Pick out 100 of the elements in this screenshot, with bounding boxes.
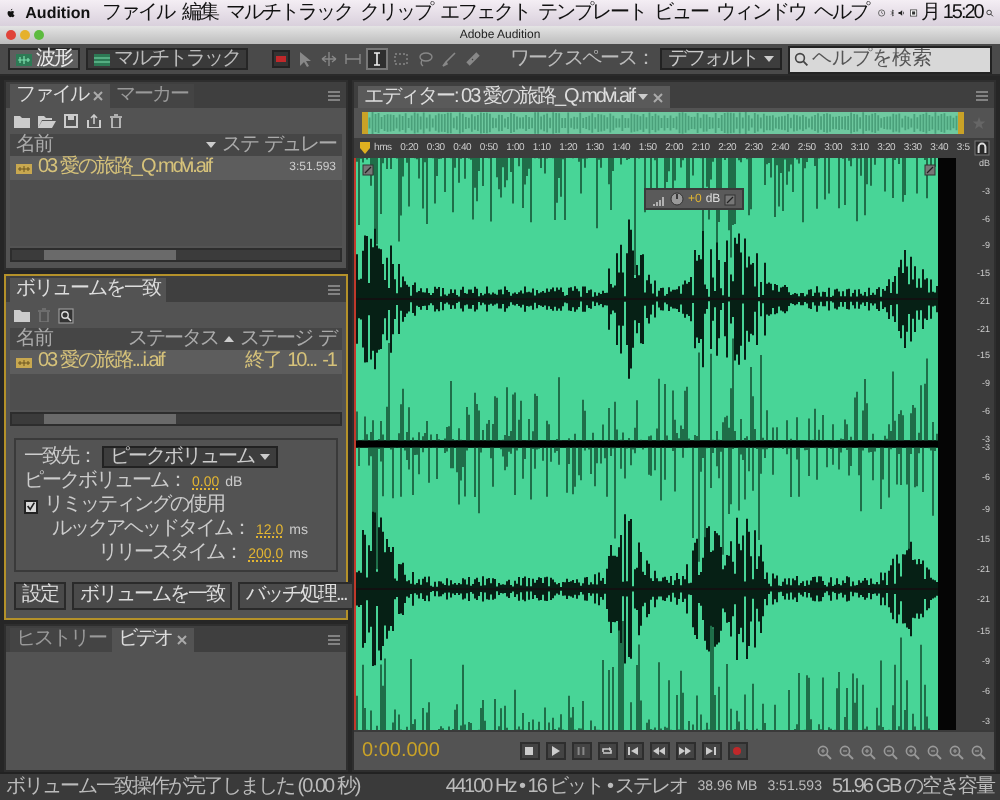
scrollbar[interactable] [10,412,342,426]
audio-file-icon [16,161,32,175]
panel-tab[interactable]: ヒストリー [10,628,112,652]
file-name[interactable]: 03 愛の旅路_Q.mdvi.aif [38,158,284,178]
column-header[interactable]: デュレー [264,135,336,155]
sort-arrow-icon[interactable] [224,334,234,344]
folder-icon[interactable] [14,308,30,322]
skip-back-icon[interactable] [626,744,641,758]
menu-item[interactable]: クリップ [358,3,435,23]
i-beam-icon[interactable] [368,50,386,68]
menu-item[interactable]: テンプレート [536,3,649,23]
scrollbar[interactable] [10,248,342,262]
save-icon[interactable] [64,114,78,128]
fade-handle-icon[interactable] [924,164,936,176]
caret-icon [638,92,649,102]
zoom-out-icon[interactable] [970,743,986,759]
table-cell: -1 [322,352,336,372]
panel-tab[interactable]: ファイル [10,84,110,108]
view-button[interactable]: マルチトラック [86,48,248,70]
match-to-dropdown[interactable]: ピークボリューム [102,446,278,468]
trash-icon[interactable] [110,114,122,128]
search-icon [794,52,808,66]
bluetooth-icon[interactable] [889,6,895,20]
zoom-button[interactable] [34,30,44,40]
column-header[interactable]: 名前 [16,135,200,155]
folder-icon[interactable] [14,114,30,128]
menu-item[interactable]: エフェクト [438,3,533,23]
status-message: ボリューム一致操作が完了しました (0.00 秒) [6,777,360,797]
table-cell: 終了 [245,352,282,372]
bar-arrows-icon[interactable] [344,50,362,68]
lasso-icon[interactable] [416,50,434,68]
rectangle-icon[interactable] [272,50,290,68]
open-folder-icon[interactable] [38,114,56,128]
close-icon[interactable] [176,634,188,646]
knob-icon[interactable] [670,192,684,206]
panel-button[interactable]: ボリュームを一致 [72,582,232,610]
menu-item[interactable]: ビュー [652,3,711,23]
panel-menu-icon[interactable] [328,634,340,646]
play-icon[interactable] [548,744,563,758]
close-icon[interactable] [652,91,665,103]
close-button[interactable] [6,30,16,40]
zoom-in-icon[interactable] [904,743,920,759]
speaker-icon[interactable] [898,6,906,20]
playhead-icon[interactable] [360,142,370,154]
zoom-in-icon[interactable] [860,743,876,759]
zoom-in-icon[interactable] [816,743,832,759]
column-header[interactable]: ステージ [240,329,312,349]
menu-clock[interactable]: 月 15:20 [921,3,983,23]
panel-menu-icon[interactable] [328,90,340,102]
search-icon[interactable] [986,6,994,20]
level-bars-icon [652,193,666,205]
pointer-icon[interactable] [296,50,314,68]
rewind-icon[interactable] [652,744,667,758]
editor-tab[interactable]: エディター: 03 愛の旅路_Q.mdvi.aif [358,86,671,108]
caret-icon [764,54,774,64]
zoom-out-icon[interactable] [882,743,898,759]
sort-arrow-icon[interactable] [206,140,216,150]
file-name[interactable]: 03 愛の旅路...i.aif [38,352,240,372]
column-header[interactable]: デ [318,329,336,349]
panel-tab[interactable]: マーカー [110,84,194,108]
pause-icon[interactable] [574,744,589,758]
panel-menu-icon[interactable] [976,90,988,102]
stop-icon[interactable] [522,744,537,758]
close-icon[interactable] [92,90,104,102]
export-icon[interactable] [86,114,102,128]
menu-item[interactable]: ファイル [100,3,177,23]
clock-icon[interactable] [878,6,886,20]
zoom-in-icon[interactable] [948,743,964,759]
square-icon[interactable] [909,6,918,20]
panel-tab[interactable]: ボリュームを一致 [10,278,166,302]
fast-forward-icon[interactable] [678,744,693,758]
panel-menu-icon[interactable] [328,284,340,296]
workspace-dropdown[interactable]: デフォルト [660,48,782,70]
column-header[interactable]: ステ [222,135,258,155]
menu-item[interactable]: マルチトラック [224,3,355,23]
magnifier-icon[interactable] [58,307,74,323]
menu-item[interactable]: 編集 [180,3,221,23]
column-header[interactable]: 名前 [16,329,122,349]
loop-icon[interactable] [600,744,615,758]
checkbox[interactable] [24,499,38,513]
dashed-rectangle-icon[interactable] [392,50,410,68]
brush-icon[interactable] [440,50,458,68]
menu-item[interactable]: ヘルプ [812,3,871,23]
menu-item[interactable]: ウィンドウ [714,3,809,23]
column-header[interactable]: ステータス [128,329,218,349]
panel-button[interactable]: 設定 [14,582,66,610]
panel-button[interactable]: バッチ処理... [238,582,355,610]
skip-forward-icon[interactable] [704,744,719,758]
view-button[interactable]: 波形 [8,48,80,70]
field-label: ピークボリューム： [24,472,186,492]
magnet-icon[interactable] [974,140,990,156]
zoom-out-icon[interactable] [926,743,942,759]
panel-tab[interactable]: ビデオ [112,628,194,652]
checkbox-label: リミッティングの使用 [44,496,224,516]
fade-handle-icon[interactable] [362,164,374,176]
bandage-icon[interactable] [464,50,482,68]
double-arrow-icon[interactable] [320,50,338,68]
app-menu[interactable]: Audition [25,4,91,22]
zoom-out-icon[interactable] [838,743,854,759]
apple-icon[interactable] [6,4,16,22]
